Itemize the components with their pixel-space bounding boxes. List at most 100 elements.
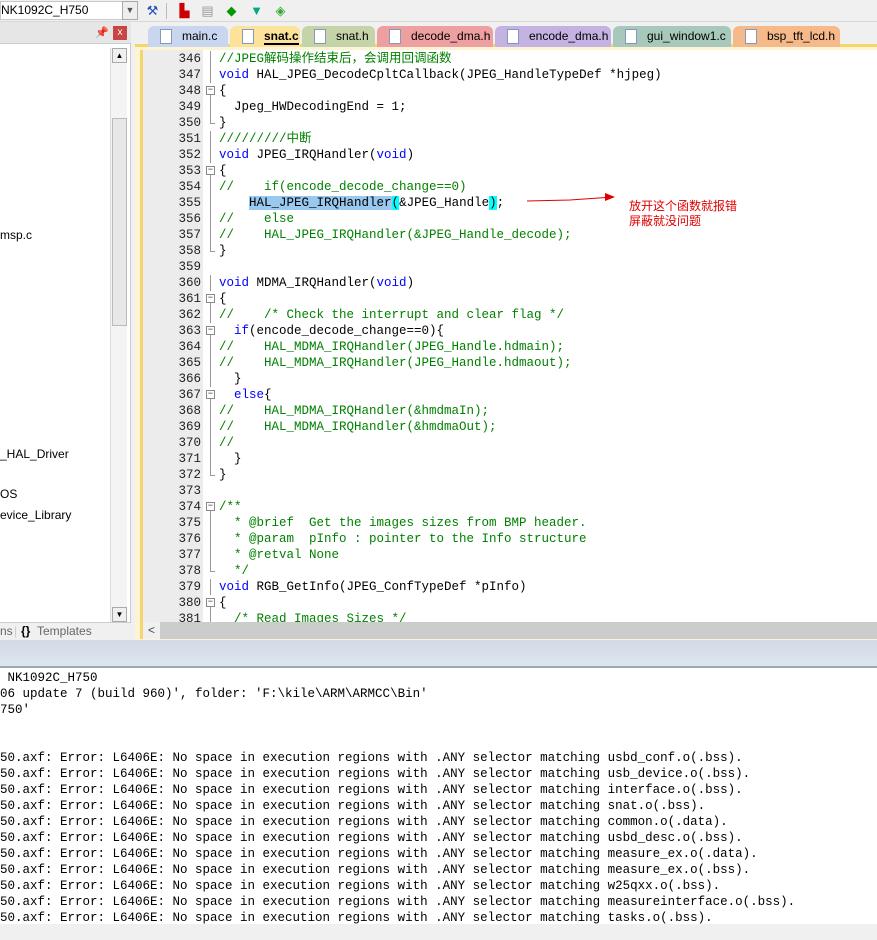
code-line[interactable]: 366 } — [143, 371, 877, 387]
pack-installer-icon[interactable]: ◈ — [272, 2, 289, 19]
code-line[interactable]: 374−/** — [143, 499, 877, 515]
scroll-up-icon[interactable]: ▲ — [112, 48, 127, 63]
tree-item[interactable]: evice_Library — [0, 508, 71, 522]
target-select[interactable]: NK1092C_H750 — [0, 1, 138, 20]
code-line[interactable]: 370 // — [143, 435, 877, 451]
code-line[interactable]: 352 void JPEG_IRQHandler(void) — [143, 147, 877, 163]
batch-build-icon[interactable]: ▤ — [199, 2, 216, 19]
code-token: /** — [219, 500, 242, 514]
code-line[interactable]: 364 // HAL_MDMA_IRQHandler(JPEG_Handle.hd… — [143, 339, 877, 355]
code-line[interactable]: 369 // HAL_MDMA_IRQHandler(&hmdmaOut); — [143, 419, 877, 435]
code-line[interactable]: 346 //JPEG解码操作结束后，会调用回调函数 — [143, 51, 877, 67]
code-text: // HAL_MDMA_IRQHandler(JPEG_Handle.hdmao… — [219, 355, 572, 371]
tab-decode-dma-h[interactable]: decode_dma.h — [377, 26, 493, 47]
code-text: } — [219, 115, 227, 131]
code-line[interactable]: 360 void MDMA_IRQHandler(void) — [143, 275, 877, 291]
file-icon — [389, 29, 401, 44]
fold-line — [210, 147, 211, 163]
tree-item[interactable]: OS — [0, 487, 17, 501]
vertical-scrollbar[interactable]: ▲ ▼ — [110, 48, 127, 623]
code-line[interactable]: 373 — [143, 483, 877, 499]
code-line[interactable]: 355 HAL_JPEG_IRQHandler(&JPEG_Handle); — [143, 195, 877, 211]
horizontal-scrollbar[interactable]: < — [140, 622, 877, 639]
code-line[interactable]: 348−{ — [143, 83, 877, 99]
code-token: * @brief Get the images sizes from BMP h… — [219, 516, 587, 530]
fold-line — [210, 355, 211, 371]
output-line: 50.axf: Error: L6406E: No space in execu… — [0, 863, 751, 877]
code-line[interactable]: 357 // HAL_JPEG_IRQHandler(&JPEG_Handle_d… — [143, 227, 877, 243]
code-line[interactable]: 365 // HAL_MDMA_IRQHandler(JPEG_Handle.hd… — [143, 355, 877, 371]
code-line[interactable]: 361−{ — [143, 291, 877, 307]
tree-item[interactable]: msp.c — [0, 228, 32, 242]
scroll-down-icon[interactable]: ▼ — [112, 607, 127, 622]
code-line[interactable]: 381 /* Read Images Sizes */ — [143, 611, 877, 622]
tab-templates[interactable]: Templates — [37, 624, 92, 638]
tab-snat-c[interactable]: snat.c — [230, 26, 300, 47]
code-line[interactable]: 359 — [143, 259, 877, 275]
code-line[interactable]: 363− if(encode_decode_change==0){ — [143, 323, 877, 339]
tab-snat-h[interactable]: snat.h — [302, 26, 375, 47]
scrollbar-thumb[interactable] — [112, 118, 127, 326]
code-area[interactable]: 346 //JPEG解码操作结束后，会调用回调函数 347 void HAL_JPEG… — [140, 50, 877, 622]
filter-icon[interactable]: ▼ — [248, 2, 265, 19]
code-line[interactable]: 379 void RGB_GetInfo(JPEG_ConfTypeDef *pI… — [143, 579, 877, 595]
code-line[interactable]: 367− else{ — [143, 387, 877, 403]
code-line[interactable]: 368 // HAL_MDMA_IRQHandler(&hmdmaIn); — [143, 403, 877, 419]
code-token: void — [219, 276, 250, 290]
code-token: } — [219, 244, 227, 258]
line-number: 378 — [178, 564, 201, 578]
code-line[interactable]: 376 * @param pInfo : pointer to the Info… — [143, 531, 877, 547]
tab-bsp-tft-lcd-h[interactable]: bsp_tft_lcd.h — [733, 26, 840, 47]
options-icon[interactable]: ◆ — [223, 2, 240, 19]
annotation-arrow — [526, 193, 615, 202]
code-line[interactable]: 380−{ — [143, 595, 877, 611]
code-line[interactable]: 349 Jpeg_HWDecodingEnd = 1; — [143, 99, 877, 115]
code-token: JPEG_IRQHandler( — [249, 148, 377, 162]
code-text: // if(encode_decode_change==0) — [219, 179, 467, 195]
code-line[interactable]: 375 * @brief Get the images sizes from B… — [143, 515, 877, 531]
magic-wand-icon[interactable]: ⚒ — [144, 2, 161, 19]
scroll-left-icon[interactable]: < — [143, 622, 160, 639]
pin-icon[interactable]: 📌 — [95, 26, 109, 39]
fold-collapse-icon[interactable]: − — [206, 86, 215, 95]
panel-splitter[interactable] — [0, 640, 877, 668]
code-text: */ — [219, 563, 249, 579]
toolbar: NK1092C_H750 ▼ ⚒ ▙ ▤ ◆ ▼ ◈ — [0, 0, 877, 22]
tab-functions[interactable]: ns — [0, 624, 13, 638]
code-line[interactable]: 351 /////////中断 — [143, 131, 877, 147]
code-line[interactable]: 377 * @retval None — [143, 547, 877, 563]
line-number: 360 — [178, 276, 201, 290]
line-number: 356 — [178, 212, 201, 226]
code-line[interactable]: 350} — [143, 115, 877, 131]
build-output: NK1092C_H750 06 update 7 (build 960)', fo… — [0, 668, 877, 924]
code-line[interactable]: 362 // /* Check the interrupt and clear f… — [143, 307, 877, 323]
code-line[interactable]: 371 } — [143, 451, 877, 467]
tree-item[interactable]: _HAL_Driver — [0, 447, 69, 461]
fold-collapse-icon[interactable]: − — [206, 294, 215, 303]
chevron-down-icon[interactable]: ▼ — [122, 1, 138, 20]
fold-collapse-icon[interactable]: − — [206, 502, 215, 511]
code-line[interactable]: 372} — [143, 467, 877, 483]
code-token: ; — [496, 196, 505, 210]
fold-collapse-icon[interactable]: − — [206, 166, 215, 175]
code-line[interactable]: 347 void HAL_JPEG_DecodeCpltCallback(JPEG… — [143, 67, 877, 83]
toolbar-divider — [166, 3, 167, 19]
tab-gui-window1-c[interactable]: gui_window1.c — [613, 26, 731, 47]
code-line[interactable]: 356 // else — [143, 211, 877, 227]
tab-divider: | — [14, 624, 18, 638]
line-number: 368 — [178, 404, 201, 418]
code-line[interactable]: 378 */ — [143, 563, 877, 579]
tab-encode-dma-h[interactable]: encode_dma.h — [495, 26, 611, 47]
output-line: 50.axf: Error: L6406E: No space in execu… — [0, 751, 743, 765]
code-line[interactable]: 353−{ — [143, 163, 877, 179]
fold-collapse-icon[interactable]: − — [206, 326, 215, 335]
fold-collapse-icon[interactable]: − — [206, 390, 215, 399]
code-text: { — [219, 163, 227, 179]
fold-collapse-icon[interactable]: − — [206, 598, 215, 607]
code-line[interactable]: 354 // if(encode_decode_change==0) — [143, 179, 877, 195]
close-icon[interactable]: x — [113, 26, 127, 40]
code-text: if(encode_decode_change==0){ — [219, 323, 444, 339]
build-icon[interactable]: ▙ — [176, 2, 193, 19]
tab-main-c[interactable]: main.c — [148, 26, 228, 47]
code-line[interactable]: 358} — [143, 243, 877, 259]
